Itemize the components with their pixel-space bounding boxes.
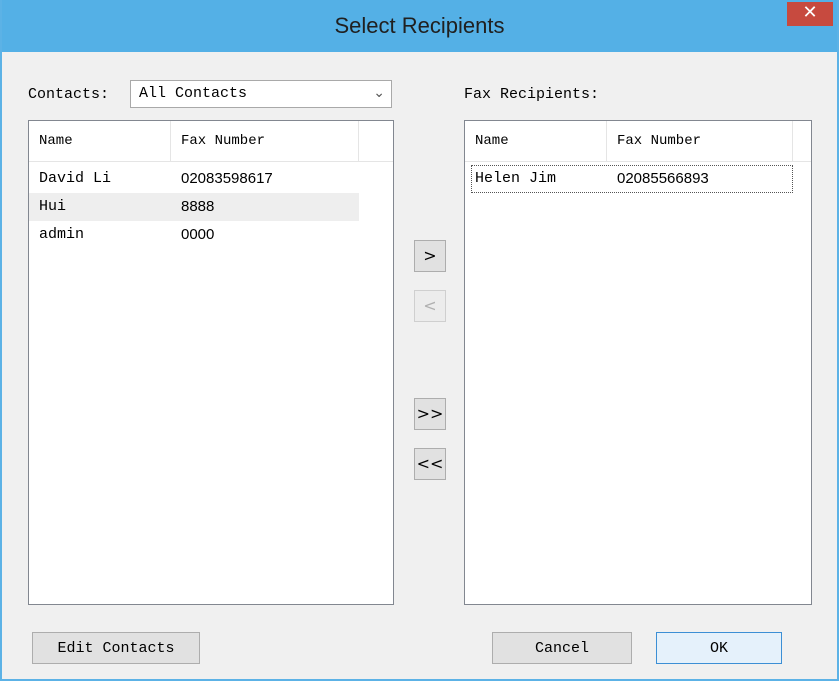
add-all-recipients-button[interactable]: >> bbox=[414, 398, 446, 430]
contact-row[interactable]: admin 0000 bbox=[29, 221, 359, 249]
close-icon: ✕ bbox=[802, 2, 818, 23]
contact-row[interactable]: Hui 8888 bbox=[29, 193, 359, 221]
contact-name: Hui bbox=[39, 198, 67, 215]
contact-fax: 8888 bbox=[181, 198, 215, 215]
cancel-button[interactable]: Cancel bbox=[492, 632, 632, 664]
contacts-list-header: Name Fax Number bbox=[29, 121, 393, 162]
ok-button[interactable]: OK bbox=[656, 632, 782, 664]
chevron-down-icon[interactable]: ⌄ bbox=[373, 85, 385, 101]
title-bar[interactable]: Select Recipients ✕ bbox=[2, 0, 837, 52]
recipients-column-name[interactable]: Name bbox=[465, 121, 607, 161]
add-recipient-button[interactable]: > bbox=[414, 240, 446, 272]
contact-name: admin bbox=[39, 226, 85, 243]
recipients-list-header: Name Fax Number bbox=[465, 121, 811, 162]
contact-name: David Li bbox=[39, 170, 112, 187]
recipient-row[interactable]: Helen Jim 02085566893 bbox=[471, 165, 793, 193]
dialog-body: Contacts: All Contacts ⌄ Fax Recipients:… bbox=[2, 52, 837, 679]
contact-fax: 02083598617 bbox=[181, 170, 273, 187]
contact-row[interactable]: David Li 02083598617 bbox=[29, 165, 359, 193]
contact-fax: 0000 bbox=[181, 226, 215, 243]
fax-recipients-list[interactable]: Name Fax Number Helen Jim 02085566893 bbox=[464, 120, 812, 605]
contacts-filter-dropdown[interactable]: All Contacts ⌄ bbox=[130, 80, 392, 108]
contacts-column-name[interactable]: Name bbox=[29, 121, 171, 161]
contacts-label: Contacts: bbox=[28, 86, 110, 103]
remove-recipient-button[interactable]: < bbox=[414, 290, 446, 322]
dialog-title: Select Recipients bbox=[334, 13, 505, 38]
select-recipients-dialog: Select Recipients ✕ Contacts: All Contac… bbox=[0, 0, 839, 681]
recipient-name: Helen Jim bbox=[475, 170, 557, 187]
edit-contacts-button[interactable]: Edit Contacts bbox=[32, 632, 200, 664]
remove-all-recipients-button[interactable]: << bbox=[414, 448, 446, 480]
contacts-filter-value: All Contacts bbox=[139, 85, 248, 102]
recipients-column-fax[interactable]: Fax Number bbox=[607, 121, 793, 161]
close-button[interactable]: ✕ bbox=[787, 2, 833, 26]
fax-recipients-label: Fax Recipients: bbox=[464, 86, 600, 103]
contacts-list[interactable]: Name Fax Number David Li 02083598617 Hui… bbox=[28, 120, 394, 605]
contacts-column-fax[interactable]: Fax Number bbox=[171, 121, 359, 161]
recipient-fax: 02085566893 bbox=[617, 170, 709, 187]
